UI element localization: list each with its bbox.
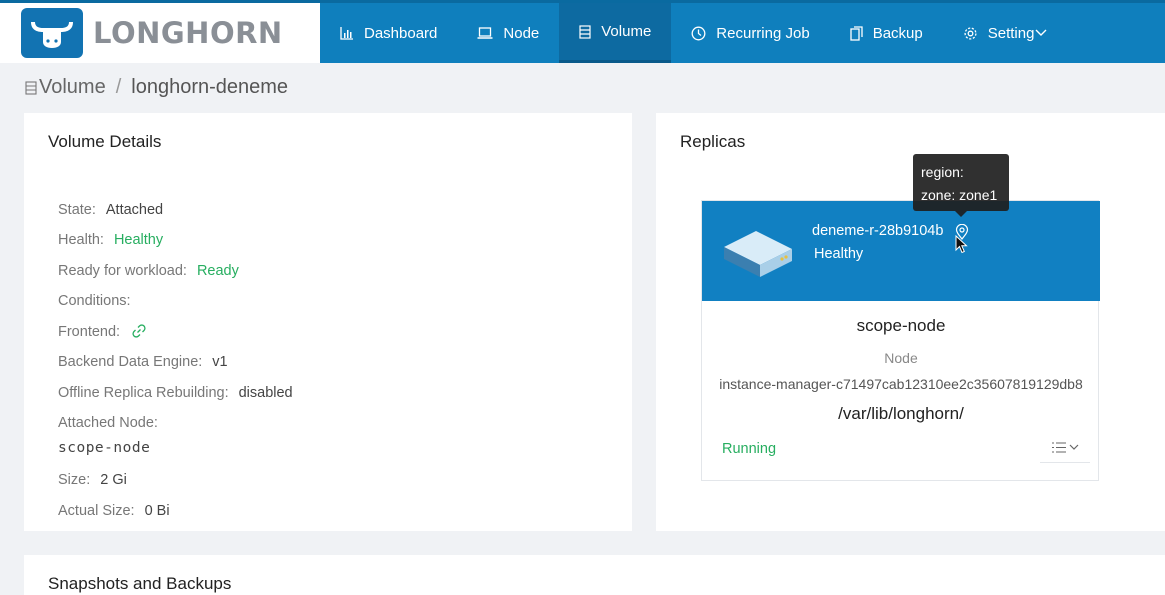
nav-recurring-job[interactable]: Recurring Job: [671, 3, 829, 63]
offline-value: disabled: [238, 385, 293, 401]
conditions-row: Conditions:: [58, 293, 131, 309]
breadcrumb-separator: /: [115, 76, 122, 98]
nav-volume[interactable]: Volume: [559, 3, 672, 63]
bar-chart-icon: [340, 27, 353, 40]
replicas-card: Replicas deneme-r-28b9104b Healthy scope…: [656, 113, 1165, 531]
nav-dashboard[interactable]: Dashboard: [320, 3, 457, 63]
link-icon[interactable]: [132, 324, 146, 338]
backend-label: Backend Data Engine:: [58, 354, 203, 370]
health-value: Healthy: [113, 232, 164, 248]
replica-instance-manager: instance-manager-c71497cab12310ee2c35607…: [719, 376, 1083, 392]
replica-actions-dropdown[interactable]: [1040, 433, 1090, 463]
ready-label: Ready for workload:: [58, 263, 187, 279]
longhorn-logo-icon: [21, 8, 83, 58]
laptop-icon: [477, 27, 493, 39]
frontend-row: Frontend:: [58, 324, 146, 340]
copy-icon: [850, 25, 863, 41]
replica-name: deneme-r-28b9104b: [812, 223, 944, 239]
nav-backup[interactable]: Backup: [830, 3, 943, 63]
attached-node-row: Attached Node:: [58, 415, 158, 431]
replica-disk-path: /var/lib/longhorn/: [838, 404, 964, 423]
backend-row: Backend Data Engine: v1: [58, 354, 228, 370]
size-value: 2 Gi: [100, 472, 127, 488]
nav-label: Setting: [987, 24, 1035, 42]
conditions-label: Conditions:: [58, 293, 131, 309]
replica-node-label: Node: [884, 350, 918, 366]
offline-rebuilding-row: Offline Replica Rebuilding: disabled: [58, 385, 293, 401]
nav-label: Backup: [872, 24, 923, 42]
server-disk-icon: [724, 231, 792, 277]
actual-label: Actual Size:: [58, 503, 135, 519]
main-nav: Dashboard Node Volume Recurring Job Back…: [320, 3, 1067, 63]
state-row: State: Attached: [58, 202, 163, 218]
database-icon: [25, 80, 37, 95]
gear-icon: [964, 26, 977, 40]
card-title: Snapshots and Backups: [48, 574, 232, 593]
nav-label: Node: [503, 24, 540, 42]
nav-node[interactable]: Node: [457, 3, 559, 63]
attached-label: Attached Node:: [58, 415, 158, 431]
mouse-cursor-icon: [955, 235, 968, 254]
replica-node: scope-node: [856, 316, 946, 335]
state-label: State:: [58, 202, 96, 218]
chevron-down-icon: [1069, 444, 1078, 450]
logo-text: LONGHORN: [93, 16, 283, 50]
logo[interactable]: LONGHORN: [0, 3, 320, 63]
nav-label: Dashboard: [364, 24, 438, 42]
volume-details-card: Volume Details State: Attached Health: Hea…: [24, 113, 632, 531]
replica-card: deneme-r-28b9104b Healthy scope-node Nod…: [701, 200, 1100, 481]
replica-health: Healthy: [814, 246, 864, 262]
offline-label: Offline Replica Rebuilding:: [58, 385, 229, 401]
breadcrumb: Volume / longhorn-deneme: [25, 76, 288, 99]
top-navbar: LONGHORN Dashboard Node Volume Recurring…: [0, 0, 1165, 63]
tooltip-zone: zone: zone1: [921, 187, 998, 203]
nav-label: Volume: [601, 23, 652, 40]
nav-label: Recurring Job: [716, 24, 810, 42]
breadcrumb-current: longhorn-deneme: [131, 76, 289, 98]
actual-size-row: Actual Size: 0 Bi: [58, 503, 170, 519]
attached-node-value: scope-node: [58, 440, 151, 456]
replica-status: Running: [722, 441, 777, 457]
size-label: Size:: [58, 472, 91, 488]
clock-icon: [691, 26, 706, 40]
frontend-label: Frontend:: [58, 324, 121, 340]
backend-value: v1: [212, 354, 228, 370]
nav-setting[interactable]: Setting: [943, 3, 1068, 63]
card-title: Replicas: [680, 132, 746, 151]
actual-value: 0 Bi: [144, 503, 170, 519]
ready-row: Ready for workload: Ready: [58, 263, 239, 279]
replica-header: deneme-r-28b9104b Healthy: [702, 201, 1100, 301]
ready-value: Ready: [196, 263, 239, 279]
list-icon: [1051, 442, 1066, 453]
snapshots-card: Snapshots and Backups: [24, 555, 1165, 595]
health-row: Health: Healthy: [58, 232, 163, 248]
health-label: Health:: [58, 232, 104, 248]
size-row: Size: 2 Gi: [58, 472, 127, 488]
state-value: Attached: [105, 202, 164, 218]
tooltip-region: region:: [921, 164, 964, 180]
card-title: Volume Details: [48, 132, 162, 151]
chevron-down-icon: [1035, 29, 1047, 36]
zone-tooltip: region: zone: zone1: [913, 154, 1009, 217]
breadcrumb-volume-link[interactable]: Volume: [39, 76, 106, 99]
database-icon: [579, 24, 591, 39]
